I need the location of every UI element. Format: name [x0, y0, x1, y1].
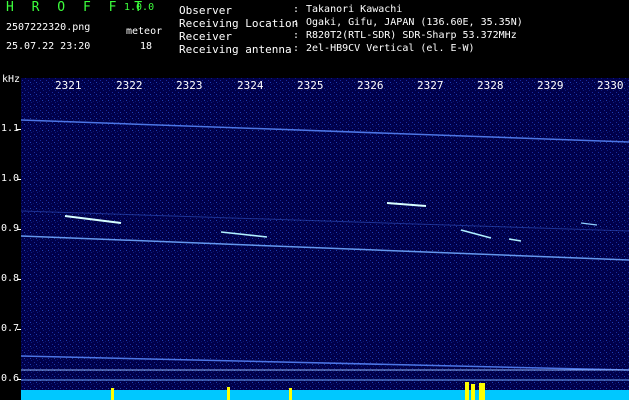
x-tick-label: 2328	[477, 79, 504, 92]
spectrogram: 2321 2322 2323 2324 2325 2326 2327 2328 …	[21, 78, 629, 400]
info-sep: :	[293, 17, 300, 28]
noise-peak	[465, 382, 469, 400]
y-tick-mark	[17, 129, 21, 130]
x-tick-label: 2324	[237, 79, 264, 92]
x-tick-label: 2330	[597, 79, 624, 92]
info-sep: :	[293, 43, 300, 54]
info-sep: :	[293, 30, 300, 41]
info-value: R820T2(RTL-SDR) SDR-Sharp 53.372MHz	[306, 30, 517, 41]
file-name: 2507222320.png	[6, 22, 91, 33]
info-label: Receiving antenna	[179, 43, 292, 56]
info-value: Ogaki, Gifu, JAPAN (136.60E, 35.35N)	[306, 17, 523, 28]
info-value: 2el-HB9CV Vertical (el. E-W)	[306, 43, 475, 54]
y-tick-mark	[17, 179, 21, 180]
y-axis-unit: kHz	[2, 74, 21, 85]
datetime: 25.07.22 23:20	[6, 41, 91, 52]
meteor-count: 18	[140, 41, 153, 52]
noise-peak	[111, 388, 114, 400]
info-value: Takanori Kawachi	[306, 4, 403, 15]
spectrogram-canvas	[21, 78, 629, 400]
x-tick-label: 2329	[537, 79, 564, 92]
y-tick-mark	[17, 379, 21, 380]
info-label: Receiver	[179, 30, 232, 43]
x-tick-label: 2325	[297, 79, 324, 92]
x-tick-label: 2326	[357, 79, 384, 92]
app-version: 1.0.0	[124, 2, 155, 13]
x-tick-label: 2327	[417, 79, 444, 92]
noise-peak	[227, 387, 230, 400]
noise-peak	[479, 383, 485, 400]
info-sep: :	[293, 4, 300, 15]
noise-peak	[289, 388, 292, 400]
x-tick-label: 2322	[116, 79, 143, 92]
y-tick-mark	[17, 229, 21, 230]
noise-peak	[471, 384, 475, 400]
y-tick-mark	[17, 279, 21, 280]
info-label: Observer	[179, 4, 232, 17]
meteor-label: meteor	[126, 26, 163, 37]
x-tick-label: 2321	[55, 79, 82, 92]
x-tick-label: 2323	[176, 79, 203, 92]
y-tick-mark	[17, 329, 21, 330]
info-label: Receiving Location	[179, 17, 299, 30]
